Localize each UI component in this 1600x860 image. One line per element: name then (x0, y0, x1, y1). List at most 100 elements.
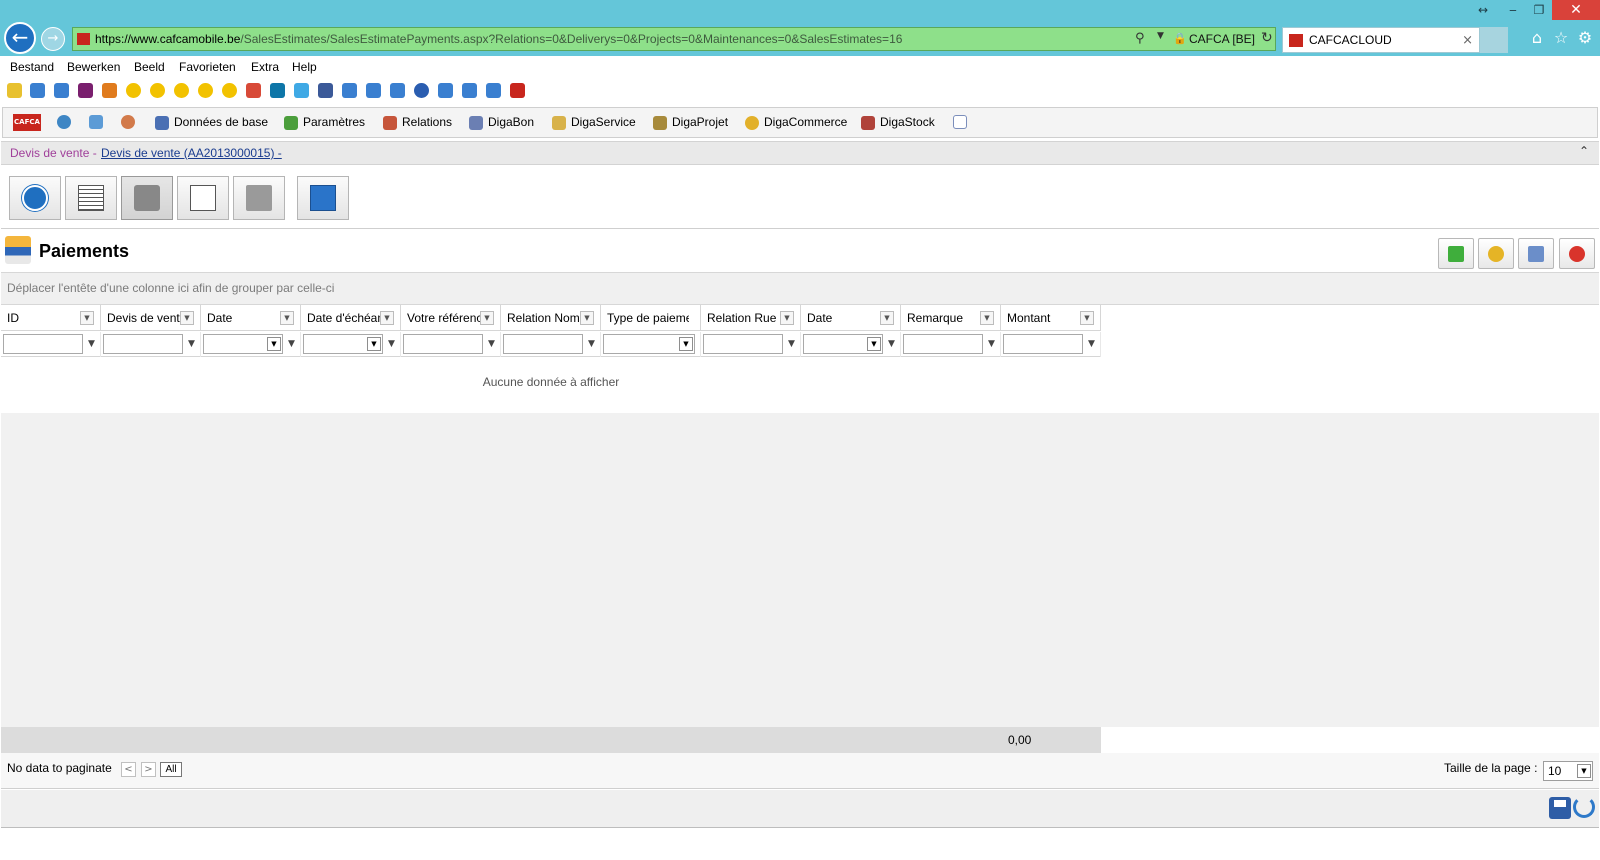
star-icon[interactable]: ☆ (1552, 28, 1570, 48)
documents-button[interactable] (177, 176, 229, 220)
ie-page-icon[interactable] (342, 83, 357, 98)
breadcrumb-parent[interactable]: Devis de vente - (10, 142, 97, 164)
nav-digacommerce[interactable]: DigaCommerce (745, 108, 847, 137)
column-header-id[interactable]: ID ▼ (1, 305, 101, 331)
cafca-logo[interactable]: CAFCA (13, 114, 41, 131)
search-icon[interactable]: ⚲ (1135, 31, 1155, 47)
filter-input[interactable] (503, 334, 583, 354)
nav-relations[interactable]: Relations (383, 108, 452, 137)
nav-parametres[interactable]: Paramètres (284, 108, 365, 137)
column-menu-icon[interactable]: ▼ (980, 311, 994, 325)
ie-page-icon[interactable] (438, 83, 453, 98)
favorites-star-icon[interactable] (7, 83, 22, 98)
filter-icon[interactable]: ▼ (588, 339, 596, 349)
new-tab-button[interactable] (1480, 27, 1508, 53)
cafca-icon[interactable] (510, 83, 525, 98)
next-page-button[interactable]: > (141, 762, 156, 777)
h-logo-icon[interactable] (78, 83, 93, 98)
payments-button[interactable] (121, 176, 173, 220)
filter-icon[interactable]: ▼ (888, 339, 896, 349)
nav-donnees-de-base[interactable]: Données de base (155, 108, 268, 137)
nav-digaservice[interactable]: DigaService (552, 108, 636, 137)
resize-icon[interactable]: ↔ (1466, 0, 1500, 20)
address-bar[interactable]: https://www.cafcamobile.be/SalesEstimate… (72, 27, 1276, 51)
column-header-montant[interactable]: Montant ▼ (1001, 305, 1101, 331)
filter-icon[interactable]: ▼ (988, 339, 996, 349)
nav-digaprojet[interactable]: DigaProjet (653, 108, 728, 137)
menu-extra[interactable]: Extra (251, 56, 279, 78)
column-header-date-echeance[interactable]: Date d'échéance ▼ (301, 305, 401, 331)
globe-icon[interactable] (57, 115, 71, 129)
all-pages-button[interactable]: All (160, 762, 182, 777)
column-menu-icon[interactable]: ▼ (280, 311, 294, 325)
column-menu-icon[interactable]: ▼ (480, 311, 494, 325)
bookmark-icon[interactable] (126, 83, 141, 98)
column-menu-icon[interactable]: ▼ (180, 311, 194, 325)
menu-help[interactable]: Help (292, 56, 317, 78)
bookmark-icon[interactable] (174, 83, 189, 98)
nav-digastock[interactable]: DigaStock (861, 108, 935, 137)
close-window-button[interactable]: ✕ (1552, 0, 1600, 20)
filter-date-input[interactable]: ▼ (203, 334, 283, 354)
chevron-down-icon[interactable]: ▼ (867, 337, 881, 351)
currency-button[interactable] (1478, 238, 1514, 269)
filter-icon[interactable]: ▼ (788, 339, 796, 349)
checklist-icon[interactable] (953, 115, 967, 129)
menu-bewerken[interactable]: Bewerken (67, 56, 120, 78)
menu-favorieten[interactable]: Favorieten (179, 56, 236, 78)
browser-tab[interactable]: CAFCACLOUD × (1282, 27, 1480, 53)
prev-page-button[interactable]: < (121, 762, 136, 777)
details-button[interactable] (65, 176, 117, 220)
page-size-select[interactable]: 10 ▼ (1543, 761, 1593, 781)
filter-icon[interactable]: ▼ (188, 339, 196, 349)
filter-input[interactable] (1003, 334, 1083, 354)
refresh-icon[interactable]: ↻ (1261, 30, 1273, 46)
column-header-remarque[interactable]: Remarque ▼ (901, 305, 1001, 331)
column-header-devis-de-vente[interactable]: Devis de vente ▼ (101, 305, 201, 331)
refresh-icon[interactable] (1573, 796, 1595, 818)
chevron-down-icon[interactable]: ▼ (367, 337, 381, 351)
info-button[interactable] (9, 176, 61, 220)
print-button[interactable] (233, 176, 285, 220)
chevron-down-icon[interactable]: ▼ (679, 337, 693, 351)
save-icon[interactable] (1549, 797, 1571, 819)
column-menu-icon[interactable]: ▼ (880, 311, 894, 325)
cancel-button[interactable] (1559, 238, 1595, 269)
menu-beeld[interactable]: Beeld (134, 56, 165, 78)
column-menu-icon[interactable]: ▼ (1080, 311, 1094, 325)
lock-icon[interactable]: 🔒 (1173, 32, 1187, 45)
filter-select[interactable]: ▼ (603, 334, 695, 354)
restore-button[interactable]: ❐ (1526, 0, 1552, 20)
calculator-button[interactable] (297, 176, 349, 220)
column-menu-icon[interactable]: ▼ (80, 311, 94, 325)
filter-input[interactable] (903, 334, 983, 354)
column-header-date[interactable]: Date ▼ (201, 305, 301, 331)
group-by-panel[interactable]: Déplacer l'entête d'une colonne ici afin… (1, 272, 1599, 305)
ie-page-icon[interactable] (366, 83, 381, 98)
column-menu-icon[interactable]: ▼ (580, 311, 594, 325)
forward-button[interactable]: → (41, 27, 65, 51)
filter-input[interactable] (103, 334, 183, 354)
column-header-votre-reference[interactable]: Votre référence ▼ (401, 305, 501, 331)
column-header-relation-rue[interactable]: Relation Rue ▼ (701, 305, 801, 331)
gear-icon[interactable]: ⚙ (1576, 28, 1594, 48)
back-button[interactable]: ← (4, 22, 36, 54)
chevron-down-icon[interactable]: ▼ (1577, 764, 1591, 778)
site-identity[interactable]: CAFCA [BE] (1189, 28, 1255, 50)
tab-close-button[interactable]: × (1462, 28, 1473, 53)
ie-page-icon[interactable] (54, 83, 69, 98)
linkedin-icon[interactable] (270, 83, 285, 98)
checklist-button[interactable] (1518, 238, 1554, 269)
chevron-down-icon[interactable]: ▼ (267, 337, 281, 351)
filter-icon[interactable]: ▼ (88, 339, 96, 349)
bookmark-icon[interactable] (198, 83, 213, 98)
user-icon[interactable] (121, 115, 135, 129)
ie-page-icon[interactable] (30, 83, 45, 98)
filter-input[interactable] (703, 334, 783, 354)
breadcrumb-current[interactable]: Devis de vente (AA2013000015) - (101, 142, 282, 164)
globe-icon[interactable] (414, 83, 429, 98)
column-header-relation-nom[interactable]: Relation Nom ▼ (501, 305, 601, 331)
ie-page-icon[interactable] (390, 83, 405, 98)
column-menu-icon[interactable]: ▼ (780, 311, 794, 325)
add-button[interactable] (1438, 238, 1474, 269)
